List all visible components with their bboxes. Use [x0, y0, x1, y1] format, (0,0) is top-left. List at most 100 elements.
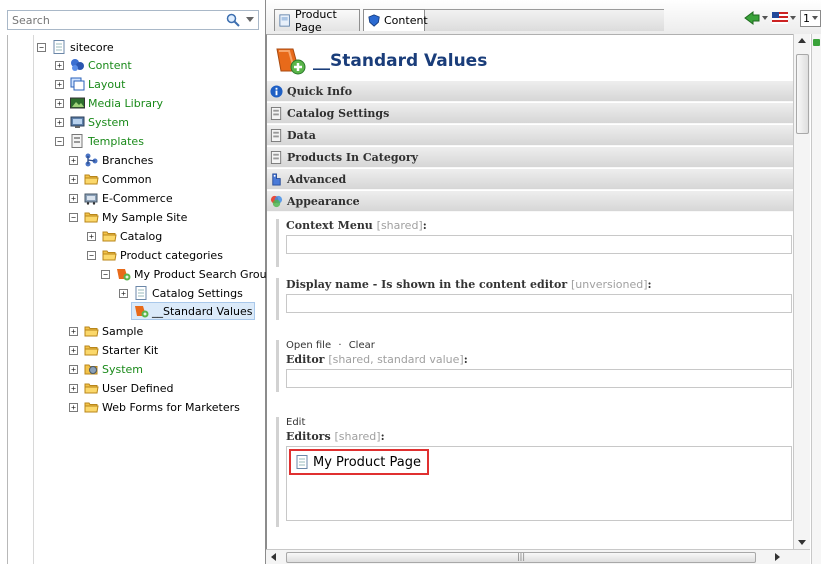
language-flag-icon[interactable] — [772, 12, 788, 24]
status-indicator-icon — [813, 39, 820, 46]
search-icon[interactable] — [226, 13, 240, 27]
template-icon — [270, 150, 282, 164]
template-icon — [270, 106, 282, 120]
tab-toolbar: 1 — [744, 8, 821, 28]
field-label: Context Menu [shared]: — [286, 219, 427, 232]
tree-item-system[interactable]: + System — [55, 113, 129, 131]
expand-icon[interactable]: + — [69, 402, 78, 412]
tree-item-content[interactable]: + Content — [55, 56, 132, 74]
tab-content[interactable]: Content — [363, 9, 428, 31]
section-title: Appearance — [287, 194, 360, 208]
field-actions: Open file · Clear — [286, 340, 792, 351]
tree-item-common[interactable]: + Common — [69, 170, 152, 188]
field-context-menu: Context Menu [shared]: — [276, 219, 792, 267]
collapse-icon[interactable]: − — [55, 136, 64, 146]
tree-item-my-product-search-group[interactable]: − My Product Search Group — [101, 265, 274, 283]
context-menu-input[interactable] — [286, 235, 792, 254]
tree-item-standard-values[interactable]: __Standard Values — [131, 302, 256, 320]
tree-item-catalog-settings[interactable]: + Catalog Settings — [119, 284, 243, 302]
content-editor-window: − sitecore + Content + Layout + Media Li… — [0, 0, 821, 564]
scroll-thumb[interactable]: ||| — [286, 552, 756, 563]
branches-icon — [85, 153, 98, 167]
section-appearance[interactable]: Appearance — [267, 191, 793, 212]
tree-item-templates[interactable]: − Templates — [55, 132, 144, 150]
expand-icon[interactable]: + — [55, 60, 64, 70]
navigate-dropdown-icon[interactable] — [762, 16, 768, 20]
language-dropdown-icon[interactable] — [790, 16, 796, 20]
section-title: Quick Info — [287, 84, 353, 98]
template-icon — [71, 134, 83, 148]
collapse-icon[interactable]: − — [87, 250, 96, 260]
collapse-icon[interactable]: − — [69, 212, 78, 222]
clear-link[interactable]: Clear — [349, 340, 375, 351]
section-advanced[interactable]: Advanced — [267, 169, 793, 190]
version-selector[interactable]: 1 — [800, 9, 821, 27]
section-products-in-category[interactable]: Products In Category — [267, 147, 793, 168]
edit-link[interactable]: Edit — [286, 417, 305, 428]
editor-input[interactable] — [286, 369, 792, 388]
expand-icon[interactable]: + — [69, 193, 78, 203]
tree-item-sitecore[interactable]: − sitecore — [37, 38, 114, 56]
tab-label: Product Page — [295, 7, 337, 34]
horizontal-scrollbar[interactable]: ||| — [266, 549, 810, 564]
section-data[interactable]: Data — [267, 125, 793, 146]
search-box — [7, 10, 259, 30]
display-name-input[interactable] — [286, 294, 792, 313]
editors-list-item[interactable]: My Product Page — [289, 449, 430, 475]
expand-icon[interactable]: + — [55, 98, 64, 108]
expand-icon[interactable]: + — [55, 79, 64, 89]
tree-item-system-templates[interactable]: + System — [69, 360, 143, 378]
tree-item-sample[interactable]: + Sample — [69, 322, 143, 340]
section-title: Catalog Settings — [287, 106, 390, 120]
tree-item-label: Catalog Settings — [152, 286, 243, 300]
expand-icon[interactable]: + — [87, 231, 96, 241]
tree-item-layout[interactable]: + Layout — [55, 75, 125, 93]
vertical-scrollbar[interactable] — [793, 34, 810, 549]
item-header: __Standard Values — [275, 43, 487, 79]
navigate-icon[interactable] — [744, 11, 760, 25]
section-quick-info[interactable]: Quick Info — [267, 81, 793, 102]
expand-icon[interactable]: + — [69, 174, 78, 184]
tree-item-web-forms[interactable]: + Web Forms for Marketers — [69, 398, 240, 416]
scroll-right-icon[interactable] — [775, 553, 780, 561]
advanced-icon — [272, 172, 281, 186]
collapse-icon[interactable]: − — [101, 269, 110, 279]
scroll-left-icon[interactable] — [271, 553, 276, 561]
search-dropdown-arrow-icon[interactable] — [246, 17, 254, 22]
expand-icon[interactable]: + — [69, 364, 78, 374]
editor-content: __Standard Values Quick Info Catalog Set… — [266, 34, 793, 549]
tree-item-media-library[interactable]: + Media Library — [55, 94, 163, 112]
field-label: Editor [shared, standard value]: — [286, 353, 468, 366]
scroll-down-icon[interactable] — [798, 540, 806, 545]
tree-item-label: Templates — [88, 134, 144, 148]
expand-icon[interactable]: + — [69, 383, 78, 393]
tree-item-product-categories[interactable]: − Product categories — [87, 246, 223, 264]
expand-icon[interactable]: + — [55, 117, 64, 127]
tree-item-user-defined[interactable]: + User Defined — [69, 379, 173, 397]
collapse-icon[interactable]: − — [37, 42, 46, 52]
tree-item-my-sample-site[interactable]: − My Sample Site — [69, 208, 187, 226]
expand-icon[interactable]: + — [69, 345, 78, 355]
template-icon — [270, 128, 282, 142]
field-hint: [shared] — [334, 430, 381, 443]
tree-item-starter-kit[interactable]: + Starter Kit — [69, 341, 158, 359]
expand-icon[interactable]: + — [69, 326, 78, 336]
open-file-link[interactable]: Open file — [286, 340, 331, 351]
section-catalog-settings[interactable]: Catalog Settings — [267, 103, 793, 124]
scroll-thumb[interactable] — [796, 54, 809, 134]
tree-item-label: User Defined — [102, 381, 174, 395]
page-icon — [53, 40, 65, 54]
tab-label: Content — [384, 14, 428, 27]
tree-item-branches[interactable]: + Branches — [69, 151, 153, 169]
version-number: 1 — [803, 11, 810, 25]
tree-item-catalog[interactable]: + Catalog — [87, 227, 162, 245]
expand-icon[interactable]: + — [119, 288, 128, 298]
tree-item-ecommerce[interactable]: + E-Commerce — [69, 189, 173, 207]
search-input[interactable] — [8, 11, 230, 29]
expand-icon[interactable]: + — [69, 155, 78, 165]
tree-item-label: Sample — [102, 324, 144, 338]
editors-listbox[interactable]: My Product Page — [286, 446, 792, 521]
tab-product-page[interactable]: Product Page — [274, 7, 360, 34]
scroll-up-icon[interactable] — [798, 38, 806, 43]
field-editors: Edit Editors [shared]: My Product Page — [276, 417, 792, 527]
